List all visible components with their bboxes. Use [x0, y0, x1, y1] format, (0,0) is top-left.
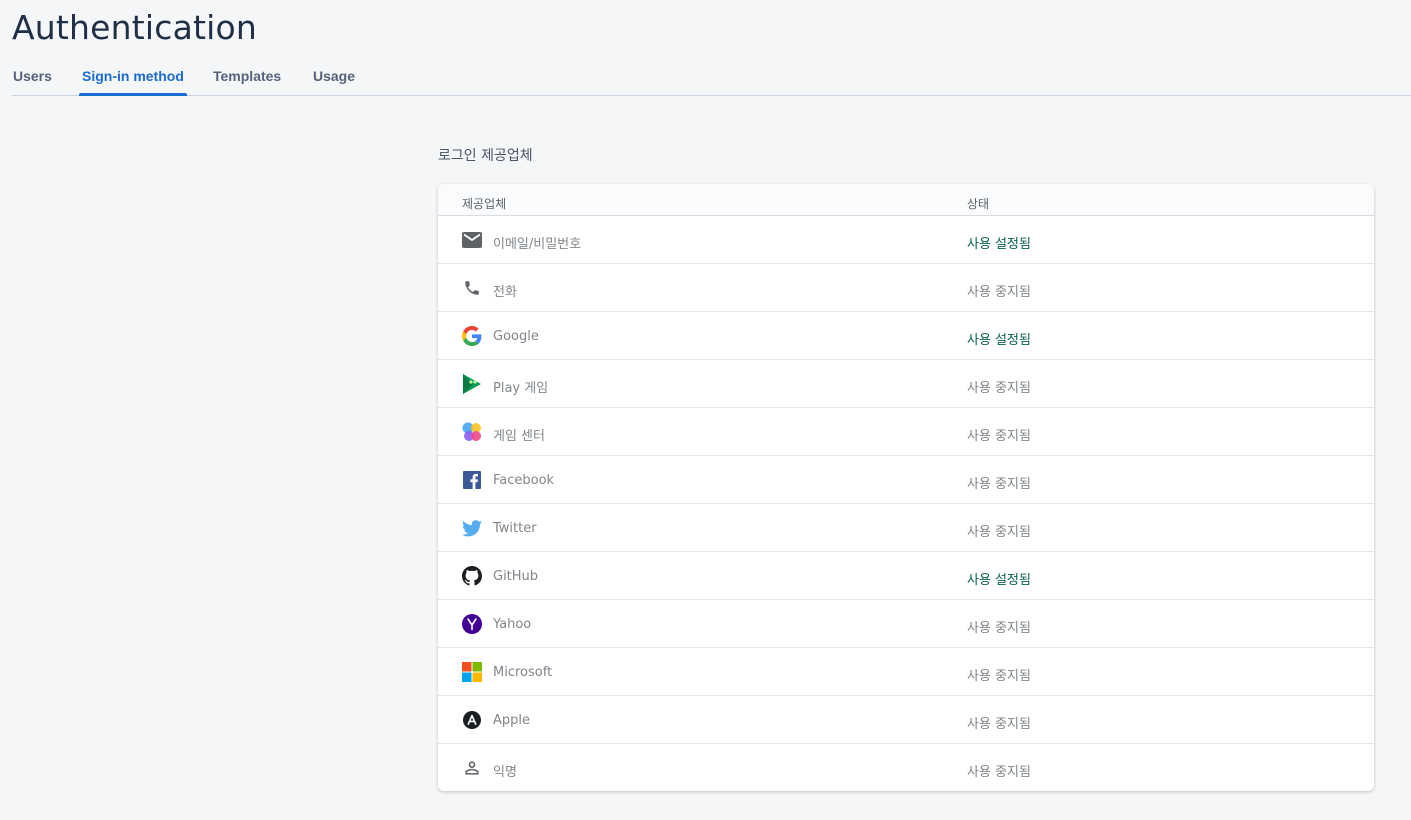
provider-status: 사용 중지됨	[967, 477, 1031, 492]
provider-name: 익명	[493, 765, 517, 780]
provider-row-facebook[interactable]: Facebook 사용 중지됨	[438, 456, 1374, 504]
tab-usage[interactable]: Usage	[313, 68, 355, 95]
provider-name: GitHub	[493, 569, 539, 584]
provider-status: 사용 중지됨	[967, 381, 1031, 396]
email-icon	[462, 230, 482, 250]
game-center-icon	[462, 422, 482, 442]
provider-name: 이메일/비밀번호	[493, 237, 582, 252]
provider-name: Microsoft	[493, 665, 553, 680]
provider-name: 전화	[493, 285, 517, 300]
provider-name: Facebook	[493, 473, 555, 488]
facebook-icon	[462, 470, 482, 490]
provider-status: 사용 중지됨	[967, 525, 1031, 540]
provider-row-yahoo[interactable]: Yahoo 사용 중지됨	[438, 600, 1374, 648]
twitter-icon	[462, 518, 482, 538]
provider-status: 사용 중지됨	[967, 621, 1031, 636]
github-icon	[462, 566, 482, 586]
provider-name: 게임 센터	[493, 429, 545, 444]
yahoo-icon	[462, 614, 482, 634]
google-icon	[462, 326, 482, 346]
column-header-provider: 제공업체	[462, 197, 507, 211]
provider-row-google[interactable]: Google 사용 설정됨	[438, 312, 1374, 360]
provider-row-phone[interactable]: 전화 사용 중지됨	[438, 264, 1374, 312]
provider-row-apple[interactable]: Apple 사용 중지됨	[438, 696, 1374, 744]
provider-row-github[interactable]: GitHub 사용 설정됨	[438, 552, 1374, 600]
apple-icon	[462, 710, 482, 730]
provider-status: 사용 설정됨	[967, 573, 1031, 588]
provider-status: 사용 설정됨	[967, 237, 1031, 252]
providers-table: 제공업체 상태 이메일/비밀번호 사용 설정됨 전화 사용 중지됨 Google…	[438, 184, 1374, 791]
provider-status: 사용 중지됨	[967, 717, 1031, 732]
section-title: 로그인 제공업체	[438, 148, 533, 164]
tab-bar: Users Sign-in method Templates Usage	[12, 60, 1411, 96]
provider-row-email[interactable]: 이메일/비밀번호 사용 설정됨	[438, 216, 1374, 264]
phone-icon	[462, 278, 482, 298]
provider-row-play-games[interactable]: Play 게임 사용 중지됨	[438, 360, 1374, 408]
microsoft-icon	[462, 662, 482, 682]
tab-templates[interactable]: Templates	[213, 68, 281, 95]
provider-status: 사용 중지됨	[967, 765, 1031, 780]
tab-users[interactable]: Users	[13, 68, 52, 95]
provider-status: 사용 중지됨	[967, 429, 1031, 444]
tab-sign-in-method[interactable]: Sign-in method	[79, 68, 187, 96]
provider-row-anonymous[interactable]: 익명 사용 중지됨	[438, 744, 1374, 791]
provider-row-microsoft[interactable]: Microsoft 사용 중지됨	[438, 648, 1374, 696]
provider-status: 사용 중지됨	[967, 669, 1031, 684]
column-header-status: 상태	[967, 197, 990, 211]
table-header: 제공업체 상태	[438, 184, 1374, 216]
play-games-icon	[462, 374, 482, 394]
provider-row-twitter[interactable]: Twitter 사용 중지됨	[438, 504, 1374, 552]
anonymous-user-icon	[462, 758, 482, 778]
provider-name: Play 게임	[493, 381, 549, 396]
provider-status: 사용 설정됨	[967, 333, 1031, 348]
provider-name: Google	[493, 329, 539, 344]
page-title: Authentication	[12, 8, 258, 47]
provider-name: Yahoo	[493, 617, 532, 632]
provider-name: Apple	[493, 713, 531, 728]
provider-status: 사용 중지됨	[967, 285, 1031, 300]
provider-row-game-center[interactable]: 게임 센터 사용 중지됨	[438, 408, 1374, 456]
provider-name: Twitter	[493, 521, 537, 536]
